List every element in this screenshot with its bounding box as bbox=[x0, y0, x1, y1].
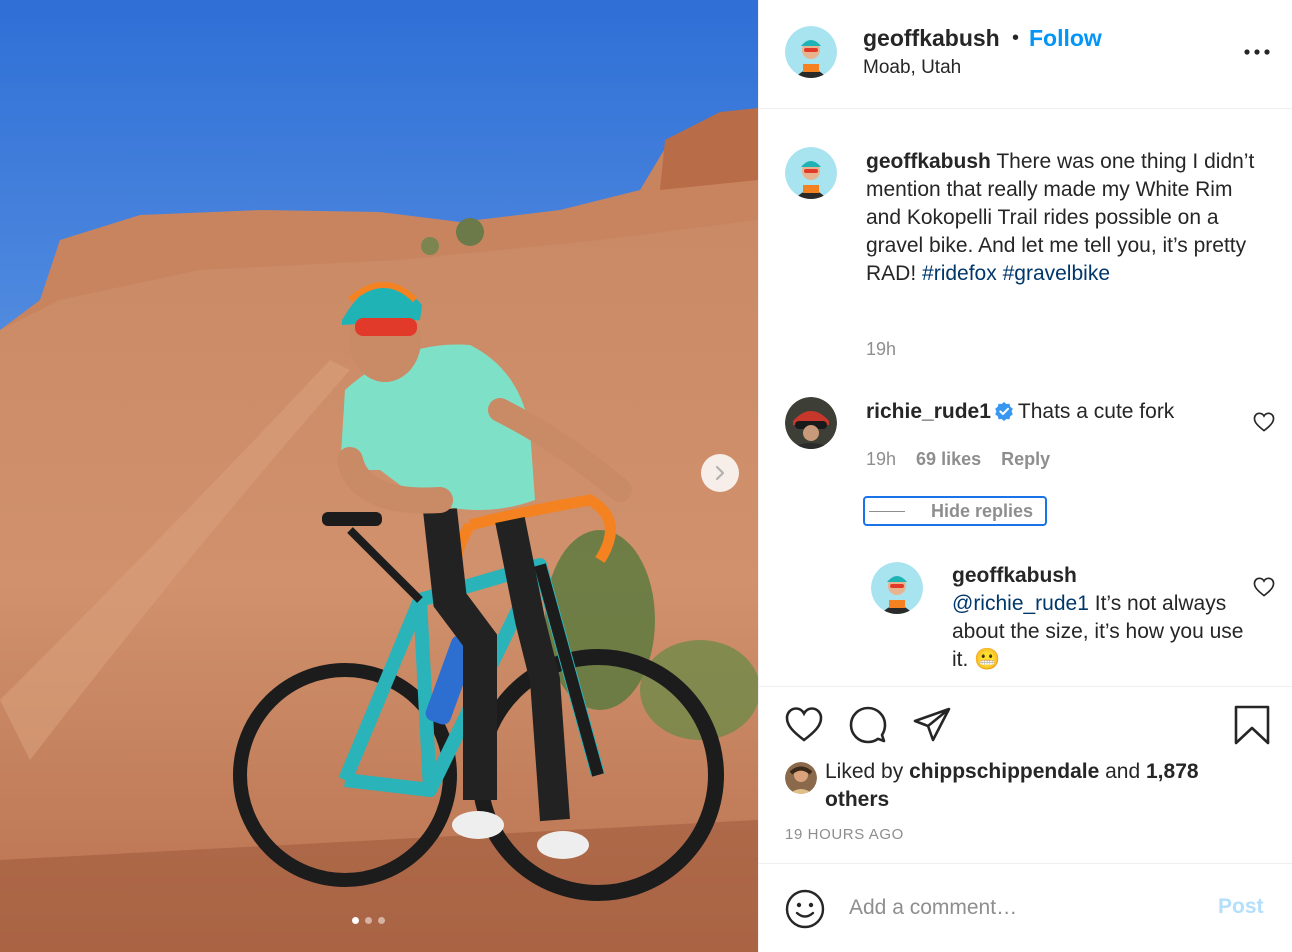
liked-by: Liked by chippschippendale and 1,878 oth… bbox=[785, 758, 1225, 814]
emoji-icon[interactable] bbox=[785, 889, 825, 929]
carousel-indicator bbox=[352, 917, 385, 924]
post-sidebar: geoffkabush • Follow Moab, Utah geoffkab… bbox=[758, 0, 1292, 952]
caption-timestamp[interactable]: 19h bbox=[866, 339, 896, 360]
hide-replies-label: Hide replies bbox=[931, 500, 1034, 521]
hashtag-link[interactable]: #gravelbike bbox=[1003, 262, 1110, 285]
add-comment-input[interactable] bbox=[849, 890, 1189, 926]
liked-by-text: Liked by chippschippendale and 1,878 oth… bbox=[825, 758, 1225, 814]
comment-likes-count[interactable]: 69 likes bbox=[916, 449, 981, 470]
carousel-dot bbox=[365, 917, 372, 924]
more-options-icon[interactable] bbox=[1243, 42, 1271, 62]
mention-link[interactable]: @richie_rude1 bbox=[952, 592, 1089, 615]
avatar[interactable] bbox=[785, 397, 837, 449]
reply-button[interactable]: Reply bbox=[1001, 449, 1050, 470]
commenter-avatar-image bbox=[785, 397, 837, 449]
post-actions: Liked by chippschippendale and 1,878 oth… bbox=[759, 686, 1292, 863]
post-image bbox=[0, 0, 758, 952]
add-comment-bar: Post bbox=[759, 863, 1292, 952]
share-paper-plane-icon[interactable] bbox=[911, 704, 953, 746]
user-avatar-image bbox=[871, 562, 923, 614]
user-avatar-image bbox=[785, 26, 837, 78]
comment-meta: 19h 69 likes Reply bbox=[866, 449, 1050, 470]
liker-avatar[interactable] bbox=[785, 762, 817, 794]
liker-avatar-image bbox=[785, 762, 817, 794]
like-reply-heart-icon[interactable] bbox=[1253, 577, 1275, 597]
header-username[interactable]: geoffkabush bbox=[863, 25, 1000, 52]
comment-timestamp[interactable]: 19h bbox=[866, 449, 896, 470]
liked-by-and: and bbox=[1105, 760, 1141, 783]
reply-username[interactable]: geoffkabush bbox=[952, 562, 1252, 590]
hide-replies-button[interactable]: Hide replies bbox=[863, 496, 1047, 526]
hide-replies-divider bbox=[869, 510, 905, 512]
avatar[interactable] bbox=[785, 147, 837, 199]
comment-username[interactable]: richie_rude1 bbox=[866, 400, 991, 423]
avatar[interactable] bbox=[785, 26, 837, 78]
verified-badge-icon bbox=[995, 402, 1013, 421]
post-photo[interactable] bbox=[0, 0, 758, 952]
post-header: geoffkabush • Follow Moab, Utah bbox=[759, 0, 1292, 109]
comment-bubble-icon[interactable] bbox=[847, 704, 889, 746]
liked-by-prefix: Liked by bbox=[825, 760, 904, 783]
save-bookmark-icon[interactable] bbox=[1231, 704, 1273, 746]
like-heart-icon[interactable] bbox=[783, 704, 825, 746]
follow-button[interactable]: Follow bbox=[1029, 25, 1102, 52]
post-timestamp[interactable]: 19 HOURS AGO bbox=[785, 826, 904, 843]
header-separator: • bbox=[1012, 27, 1020, 49]
liked-by-user[interactable]: chippschippendale bbox=[909, 760, 1099, 783]
user-avatar-image bbox=[785, 147, 837, 199]
carousel-dot bbox=[352, 917, 359, 924]
comment-body: Thats a cute fork bbox=[1017, 400, 1175, 423]
avatar[interactable] bbox=[871, 562, 923, 614]
comment-text: richie_rude1 Thats a cute fork bbox=[866, 398, 1174, 426]
next-image-button[interactable] bbox=[701, 454, 739, 492]
like-comment-heart-icon[interactable] bbox=[1253, 412, 1275, 432]
carousel-dot bbox=[378, 917, 385, 924]
caption-username[interactable]: geoffkabush bbox=[866, 150, 991, 173]
post-location[interactable]: Moab, Utah bbox=[863, 57, 961, 79]
reply-text: geoffkabush @richie_rude1 It’s not alway… bbox=[952, 562, 1252, 674]
chevron-right-icon bbox=[715, 465, 725, 481]
post-comment-button[interactable]: Post bbox=[1218, 895, 1264, 919]
caption-text: geoffkabush There was one thing I didn’t… bbox=[866, 148, 1266, 288]
hashtag-link[interactable]: #ridefox bbox=[922, 262, 997, 285]
